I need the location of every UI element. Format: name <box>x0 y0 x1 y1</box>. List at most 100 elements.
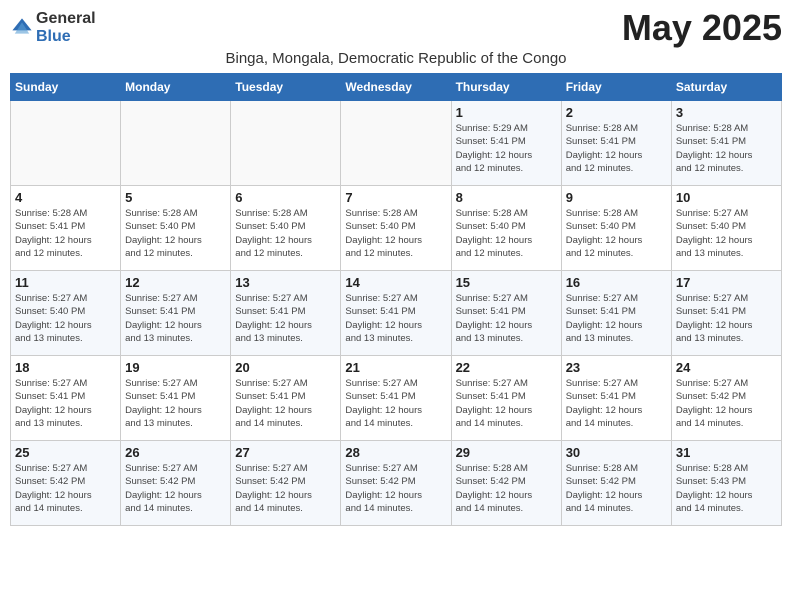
weekday-header-friday: Friday <box>561 74 671 101</box>
day-info: Sunrise: 5:28 AM Sunset: 5:40 PM Dayligh… <box>345 207 446 260</box>
day-number: 31 <box>676 445 777 460</box>
day-info: Sunrise: 5:27 AM Sunset: 5:42 PM Dayligh… <box>125 462 226 515</box>
logo: General Blue <box>10 10 96 46</box>
month-title: May 2025 <box>622 10 782 46</box>
day-info: Sunrise: 5:27 AM Sunset: 5:41 PM Dayligh… <box>125 377 226 430</box>
day-number: 14 <box>345 275 446 290</box>
calendar-cell: 10 Sunrise: 5:27 AM Sunset: 5:40 PM Dayli… <box>671 186 781 271</box>
calendar-cell: 20Sunrise: 5:27 AM Sunset: 5:41 PM Dayli… <box>231 356 341 441</box>
calendar-week-1: 1 Sunrise: 5:29 AM Sunset: 5:41 PM Daylig… <box>11 101 782 186</box>
logo-icon <box>10 16 34 40</box>
day-info: Sunrise: 5:29 AM Sunset: 5:41 PM Dayligh… <box>456 122 557 175</box>
day-info: Sunrise: 5:28 AM Sunset: 5:41 PM Dayligh… <box>676 122 777 175</box>
day-info: Sunrise: 5:27 AM Sunset: 5:41 PM Dayligh… <box>456 377 557 430</box>
day-info: Sunrise: 5:27 AM Sunset: 5:41 PM Dayligh… <box>125 292 226 345</box>
calendar-cell: 13 Sunrise: 5:27 AM Sunset: 5:41 PM Dayli… <box>231 271 341 356</box>
calendar-cell: 11Sunrise: 5:27 AM Sunset: 5:40 PM Dayli… <box>11 271 121 356</box>
day-number: 24 <box>676 360 777 375</box>
day-info: Sunrise: 5:27 AM Sunset: 5:41 PM Dayligh… <box>235 292 336 345</box>
day-info: Sunrise: 5:28 AM Sunset: 5:41 PM Dayligh… <box>566 122 667 175</box>
calendar-week-2: 4 Sunrise: 5:28 AM Sunset: 5:41 PM Daylig… <box>11 186 782 271</box>
day-info: Sunrise: 5:27 AM Sunset: 5:42 PM Dayligh… <box>15 462 116 515</box>
day-info: Sunrise: 5:27 AM Sunset: 5:41 PM Dayligh… <box>566 377 667 430</box>
day-number: 10 <box>676 190 777 205</box>
weekday-header-tuesday: Tuesday <box>231 74 341 101</box>
calendar-cell: 19 Sunrise: 5:27 AM Sunset: 5:41 PM Dayli… <box>121 356 231 441</box>
calendar-cell: 24 Sunrise: 5:27 AM Sunset: 5:42 PM Dayli… <box>671 356 781 441</box>
calendar-cell: 17Sunrise: 5:27 AM Sunset: 5:41 PM Dayli… <box>671 271 781 356</box>
header: General Blue May 2025 <box>10 10 782 46</box>
weekday-header-thursday: Thursday <box>451 74 561 101</box>
day-info: Sunrise: 5:27 AM Sunset: 5:40 PM Dayligh… <box>15 292 116 345</box>
calendar-cell: 25 Sunrise: 5:27 AM Sunset: 5:42 PM Dayli… <box>11 441 121 526</box>
calendar-table: SundayMondayTuesdayWednesdayThursdayFrid… <box>10 73 782 526</box>
calendar-cell: 1 Sunrise: 5:29 AM Sunset: 5:41 PM Daylig… <box>451 101 561 186</box>
calendar-week-4: 18 Sunrise: 5:27 AM Sunset: 5:41 PM Dayli… <box>11 356 782 441</box>
day-info: Sunrise: 5:27 AM Sunset: 5:40 PM Dayligh… <box>676 207 777 260</box>
day-number: 28 <box>345 445 446 460</box>
day-info: Sunrise: 5:28 AM Sunset: 5:42 PM Dayligh… <box>566 462 667 515</box>
day-info: Sunrise: 5:28 AM Sunset: 5:42 PM Dayligh… <box>456 462 557 515</box>
day-number: 9 <box>566 190 667 205</box>
day-info: Sunrise: 5:27 AM Sunset: 5:41 PM Dayligh… <box>676 292 777 345</box>
calendar-cell: 2 Sunrise: 5:28 AM Sunset: 5:41 PM Daylig… <box>561 101 671 186</box>
calendar-week-5: 25 Sunrise: 5:27 AM Sunset: 5:42 PM Dayli… <box>11 441 782 526</box>
day-number: 27 <box>235 445 336 460</box>
day-info: Sunrise: 5:28 AM Sunset: 5:40 PM Dayligh… <box>235 207 336 260</box>
calendar-cell: 8Sunrise: 5:28 AM Sunset: 5:40 PM Daylig… <box>451 186 561 271</box>
weekday-header-saturday: Saturday <box>671 74 781 101</box>
calendar-cell: 27 Sunrise: 5:27 AM Sunset: 5:42 PM Dayli… <box>231 441 341 526</box>
day-info: Sunrise: 5:27 AM Sunset: 5:41 PM Dayligh… <box>566 292 667 345</box>
day-number: 4 <box>15 190 116 205</box>
day-info: Sunrise: 5:27 AM Sunset: 5:42 PM Dayligh… <box>676 377 777 430</box>
day-number: 13 <box>235 275 336 290</box>
calendar-cell: 15 Sunrise: 5:27 AM Sunset: 5:41 PM Dayli… <box>451 271 561 356</box>
calendar-cell: 12 Sunrise: 5:27 AM Sunset: 5:41 PM Dayli… <box>121 271 231 356</box>
day-info: Sunrise: 5:27 AM Sunset: 5:41 PM Dayligh… <box>456 292 557 345</box>
day-info: Sunrise: 5:27 AM Sunset: 5:41 PM Dayligh… <box>235 377 336 430</box>
day-number: 3 <box>676 105 777 120</box>
calendar-week-3: 11Sunrise: 5:27 AM Sunset: 5:40 PM Dayli… <box>11 271 782 356</box>
day-number: 12 <box>125 275 226 290</box>
calendar-cell: 18Sunrise: 5:27 AM Sunset: 5:41 PM Dayli… <box>11 356 121 441</box>
calendar-cell: 29 Sunrise: 5:28 AM Sunset: 5:42 PM Dayli… <box>451 441 561 526</box>
day-number: 5 <box>125 190 226 205</box>
day-info: Sunrise: 5:27 AM Sunset: 5:41 PM Dayligh… <box>345 292 446 345</box>
calendar-body: 1 Sunrise: 5:29 AM Sunset: 5:41 PM Daylig… <box>11 101 782 526</box>
day-number: 22 <box>456 360 557 375</box>
calendar-cell: 5 Sunrise: 5:28 AM Sunset: 5:40 PM Daylig… <box>121 186 231 271</box>
calendar-cell: 3 Sunrise: 5:28 AM Sunset: 5:41 PM Daylig… <box>671 101 781 186</box>
calendar-cell <box>341 101 451 186</box>
day-number: 2 <box>566 105 667 120</box>
calendar-cell <box>11 101 121 186</box>
day-number: 25 <box>15 445 116 460</box>
calendar-cell: 7 Sunrise: 5:28 AM Sunset: 5:40 PM Daylig… <box>341 186 451 271</box>
day-number: 15 <box>456 275 557 290</box>
day-info: Sunrise: 5:27 AM Sunset: 5:42 PM Dayligh… <box>345 462 446 515</box>
weekday-header-wednesday: Wednesday <box>341 74 451 101</box>
day-info: Sunrise: 5:28 AM Sunset: 5:41 PM Dayligh… <box>15 207 116 260</box>
calendar-cell: 14 Sunrise: 5:27 AM Sunset: 5:41 PM Dayli… <box>341 271 451 356</box>
day-number: 21 <box>345 360 446 375</box>
day-number: 30 <box>566 445 667 460</box>
calendar-cell: 31 Sunrise: 5:28 AM Sunset: 5:43 PM Dayli… <box>671 441 781 526</box>
calendar-cell: 26Sunrise: 5:27 AM Sunset: 5:42 PM Dayli… <box>121 441 231 526</box>
day-number: 18 <box>15 360 116 375</box>
calendar-cell: 9Sunrise: 5:28 AM Sunset: 5:40 PM Daylig… <box>561 186 671 271</box>
day-number: 7 <box>345 190 446 205</box>
calendar-cell: 28 Sunrise: 5:27 AM Sunset: 5:42 PM Dayli… <box>341 441 451 526</box>
day-info: Sunrise: 5:28 AM Sunset: 5:40 PM Dayligh… <box>125 207 226 260</box>
weekday-header-sunday: Sunday <box>11 74 121 101</box>
calendar-cell <box>121 101 231 186</box>
weekday-header-row: SundayMondayTuesdayWednesdayThursdayFrid… <box>11 74 782 101</box>
day-info: Sunrise: 5:27 AM Sunset: 5:41 PM Dayligh… <box>345 377 446 430</box>
day-number: 19 <box>125 360 226 375</box>
day-info: Sunrise: 5:28 AM Sunset: 5:43 PM Dayligh… <box>676 462 777 515</box>
day-number: 1 <box>456 105 557 120</box>
logo-general: General Blue <box>36 10 96 46</box>
day-number: 29 <box>456 445 557 460</box>
day-info: Sunrise: 5:27 AM Sunset: 5:42 PM Dayligh… <box>235 462 336 515</box>
calendar-cell: 23Sunrise: 5:27 AM Sunset: 5:41 PM Dayli… <box>561 356 671 441</box>
day-info: Sunrise: 5:28 AM Sunset: 5:40 PM Dayligh… <box>456 207 557 260</box>
day-number: 16 <box>566 275 667 290</box>
